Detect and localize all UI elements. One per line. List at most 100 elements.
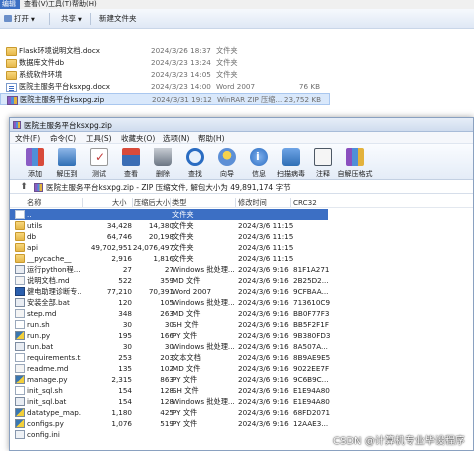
cell-type: 文件夹	[172, 254, 194, 263]
cell-type: Windows 批处理...	[172, 397, 234, 406]
file-row[interactable]: 系统软件环境 2024/3/23 14:05 文件夹	[0, 69, 330, 81]
wizard-button[interactable]: 向导	[212, 146, 242, 180]
up-arrow-icon[interactable]: ⬆	[18, 182, 30, 193]
file-row-selected[interactable]: 医院主服务平台ksxpg.zip 2024/3/31 19:12 WinRAR …	[0, 93, 330, 105]
table-row[interactable]: utils 34,428 14,380 文件夹 2024/3/6 11:15	[10, 220, 328, 231]
chevron-down-icon: ▼	[31, 17, 35, 23]
table-row[interactable]: 健电助理诊断专... 77,210 70,391 Word 2007 2024/3/6 …	[10, 286, 328, 297]
cell-packed-size: 30	[164, 320, 174, 329]
view-button[interactable]: 查看	[116, 146, 146, 180]
cell-size: 30	[122, 342, 132, 351]
table-row[interactable]: __pycache__ 2,916 1,816 文件夹 2024/3/6 11:15	[10, 253, 328, 264]
table-row[interactable]: readme.md 135 102 MD 文件 2024/3/6 9:16 9022EE7…	[10, 363, 330, 374]
explorer-command-bar: 打开 ▼ 共享 ▼ 新建文件夹	[0, 9, 474, 29]
cell-name: api	[27, 243, 38, 252]
column-packed-size[interactable]: 压缩后大小	[134, 198, 170, 208]
delete-button[interactable]: 删除	[148, 146, 178, 180]
info-button[interactable]: i 信息	[244, 146, 274, 180]
table-row[interactable]: run.py 195 166 PY 文件 2024/3/6 9:16 9B380FD3	[10, 330, 331, 341]
divider	[82, 198, 83, 207]
table-row[interactable]: run.sh 30 30 SH 文件 2024/3/6 9:16 BB5F2F1F	[10, 319, 329, 330]
cell-name: requirements.txt	[27, 353, 81, 362]
table-row[interactable]: manage.py 2,315 863 PY 文件 2024/3/6 9:16 9C6B9…	[10, 374, 329, 385]
cell-packed-size: 203	[160, 353, 174, 362]
cell-crc32: 9CFBAA...	[293, 287, 329, 296]
cell-packed-size: 24,076,497	[132, 243, 174, 252]
cell-type: MD 文件	[172, 276, 201, 285]
cell-name: 健电助理诊断专...	[27, 287, 81, 296]
table-row[interactable]: api 49,702,951 24,076,497 文件夹 2024/3/6 11:15	[10, 242, 328, 253]
cell-type: 文件夹	[172, 210, 194, 219]
cell-size: 64,746	[106, 232, 132, 241]
comment-button[interactable]: 注释	[308, 146, 338, 180]
table-row[interactable]: 说明文档.md 522 359 MD 文件 2024/3/6 9:16 2B25D2...	[10, 275, 329, 286]
config-file-icon	[15, 430, 25, 439]
menu-edit[interactable]: 编辑(E)	[0, 0, 20, 17]
file-row[interactable]: 医院主服务平台ksxpg.docx 2024/3/23 14:00 Word 2…	[0, 81, 330, 93]
open-button[interactable]: 打开 ▼	[4, 13, 35, 25]
table-row[interactable]: configs.py 1,076 519 PY 文件 2024/3/6 9:16 12AA…	[10, 418, 328, 429]
cell-modified: 2024/3/6 9:16	[238, 331, 289, 340]
table-row[interactable]: requirements.txt 253 203文本文档 2024/3/6 9:16 8…	[10, 352, 330, 363]
table-row[interactable]: 运行python程... 27 27 Windows 批处理... 2024/3/6 9…	[10, 264, 330, 275]
word-doc-icon	[6, 83, 17, 92]
cell-packed-size: 27	[164, 265, 174, 274]
file-date: 2024/3/23 13:24	[151, 58, 211, 67]
cell-name: 运行python程...	[27, 265, 81, 274]
column-size[interactable]: 大小	[112, 198, 126, 208]
cell-crc32: E1E94A80	[293, 386, 330, 395]
cell-crc32: 9B380FD3	[293, 331, 331, 340]
test-button[interactable]: ✓ 测试	[84, 146, 114, 180]
column-modified[interactable]: 修改时间	[238, 198, 267, 208]
cell-crc32: 9022EE7F	[293, 364, 330, 373]
table-row[interactable]: datatype_map... 1,180 425 PY 文件 2024/3/6 9:1…	[10, 407, 330, 418]
table-row[interactable]: init_sql.sh 154 128 SH 文件 2024/3/6 9:16 E1E94…	[10, 385, 330, 396]
column-name[interactable]: 名称	[27, 198, 41, 208]
python-file-icon	[15, 408, 25, 417]
cell-size: 49,702,951	[90, 243, 132, 252]
cell-modified: 2024/3/6 9:16	[238, 265, 289, 274]
table-row[interactable]: step.md 348 263 MD 文件 2024/3/6 9:16 BB0F77F3	[10, 308, 329, 319]
file-row[interactable]: 数据库文件db 2024/3/23 13:24 文件夹	[0, 57, 330, 69]
winrar-app-icon	[13, 121, 21, 129]
table-row[interactable]: 安装全部.bat 120 105 Windows 批处理... 2024/3/6 9:1…	[10, 297, 330, 308]
column-crc32[interactable]: CRC32	[293, 198, 317, 207]
file-name: 医院主服务平台ksxpg.zip	[20, 95, 105, 104]
new-folder-button[interactable]: 新建文件夹	[99, 13, 137, 25]
file-date: 2024/3/31 19:12	[152, 95, 212, 104]
menu-help[interactable]: 帮助(H)	[70, 0, 99, 9]
delete-icon	[154, 148, 172, 166]
share-button[interactable]: 共享 ▼	[61, 13, 82, 25]
batch-file-icon	[15, 265, 25, 274]
file-list-header: 名称 大小 压缩后大小 类型 修改时间 CRC32	[10, 197, 473, 208]
table-row[interactable]: db 64,746 20,198 文件夹 2024/3/6 11:15	[10, 231, 328, 242]
share-label: 共享	[61, 14, 76, 23]
cell-modified: 2024/3/6 9:16	[238, 408, 289, 417]
cell-type: SH 文件	[172, 320, 199, 329]
cell-modified: 2024/3/6 9:16	[238, 287, 289, 296]
column-type[interactable]: 类型	[172, 198, 186, 208]
cell-name: config.ini	[27, 430, 60, 439]
table-row[interactable]: run.bat 30 30 Windows 批处理... 2024/3/6 9:16 8A…	[10, 341, 328, 352]
cell-size: 135	[118, 364, 132, 373]
table-row-selected[interactable]: .. 文件夹	[10, 209, 328, 220]
file-name: 数据库文件db	[19, 58, 65, 67]
file-row[interactable]: Flask环境说明文档.docx 2024/3/26 18:37 文件夹	[0, 45, 330, 57]
cell-type: 文件夹	[172, 221, 194, 230]
wizard-icon	[218, 148, 236, 166]
table-row[interactable]: init_sql.bat 154 128 Windows 批处理... 2024/3/6…	[10, 396, 330, 407]
find-button[interactable]: 查找	[180, 146, 210, 180]
virus-scan-button[interactable]: 扫描病毒	[276, 146, 306, 180]
add-button[interactable]: 添加	[20, 146, 50, 180]
cell-type: PY 文件	[172, 375, 198, 384]
table-row[interactable]: config.ini	[10, 429, 328, 440]
cell-name: run.py	[27, 331, 51, 340]
cell-size: 27	[122, 265, 132, 274]
cell-size: 348	[118, 309, 132, 318]
winrar-titlebar[interactable]: 医院主服务平台ksxpg.zip	[10, 118, 473, 132]
cell-size: 253	[118, 353, 132, 362]
extract-to-button[interactable]: 解压到	[52, 146, 82, 180]
md-file-icon	[15, 364, 25, 373]
sfx-button[interactable]: 自解压格式	[338, 146, 373, 180]
cell-type: SH 文件	[172, 386, 199, 395]
